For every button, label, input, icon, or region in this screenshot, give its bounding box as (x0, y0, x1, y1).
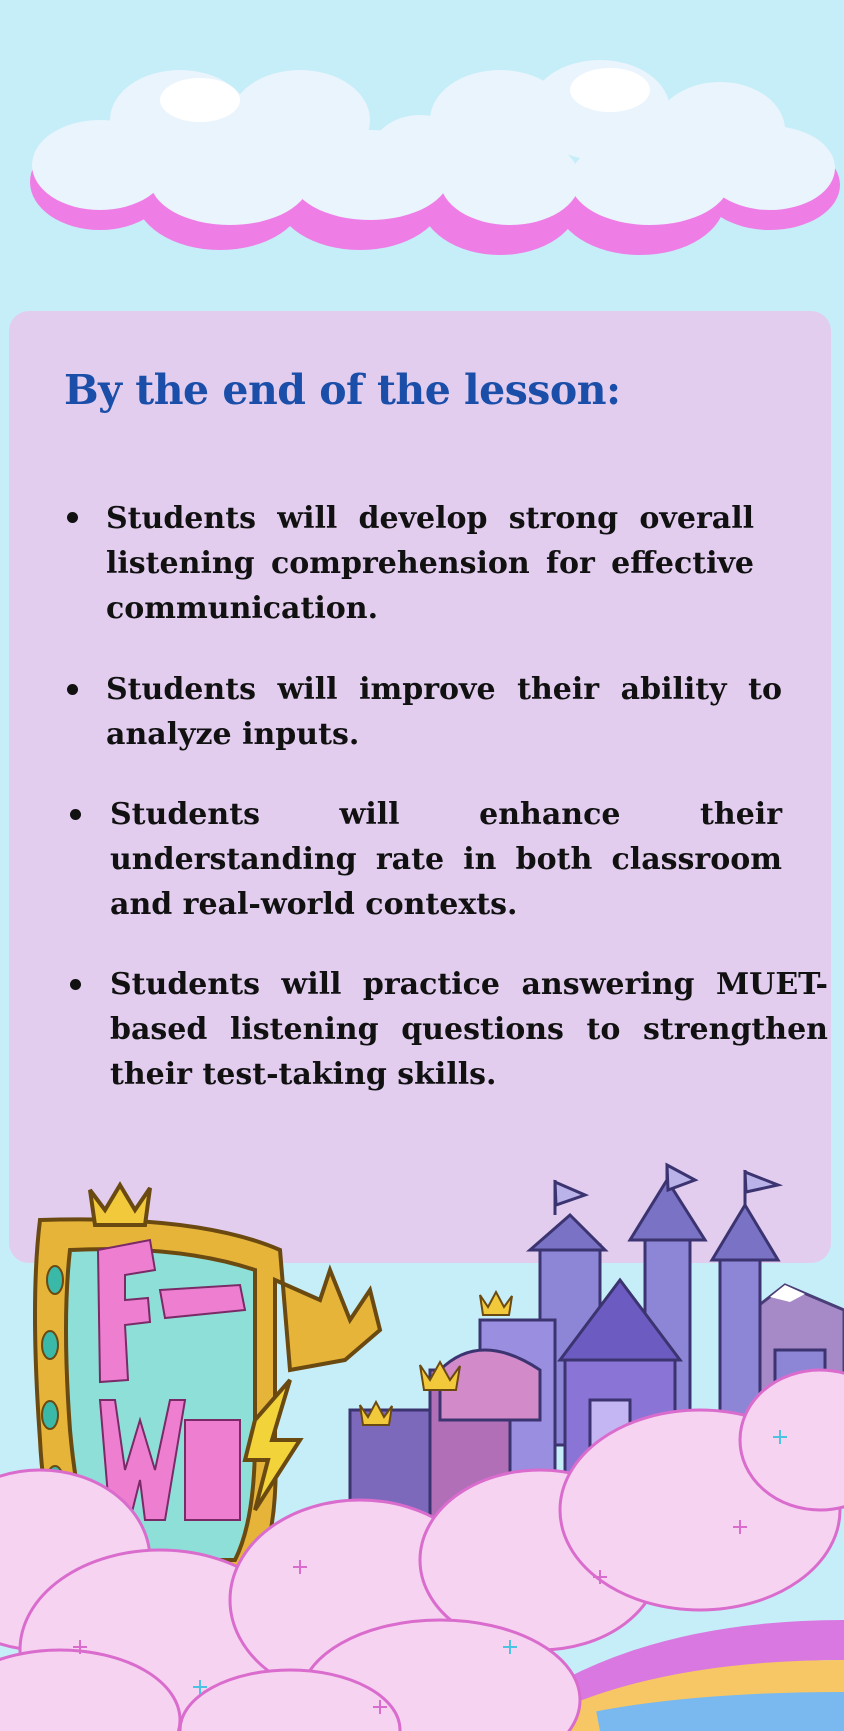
fairy-world-scene (0, 1162, 844, 1731)
